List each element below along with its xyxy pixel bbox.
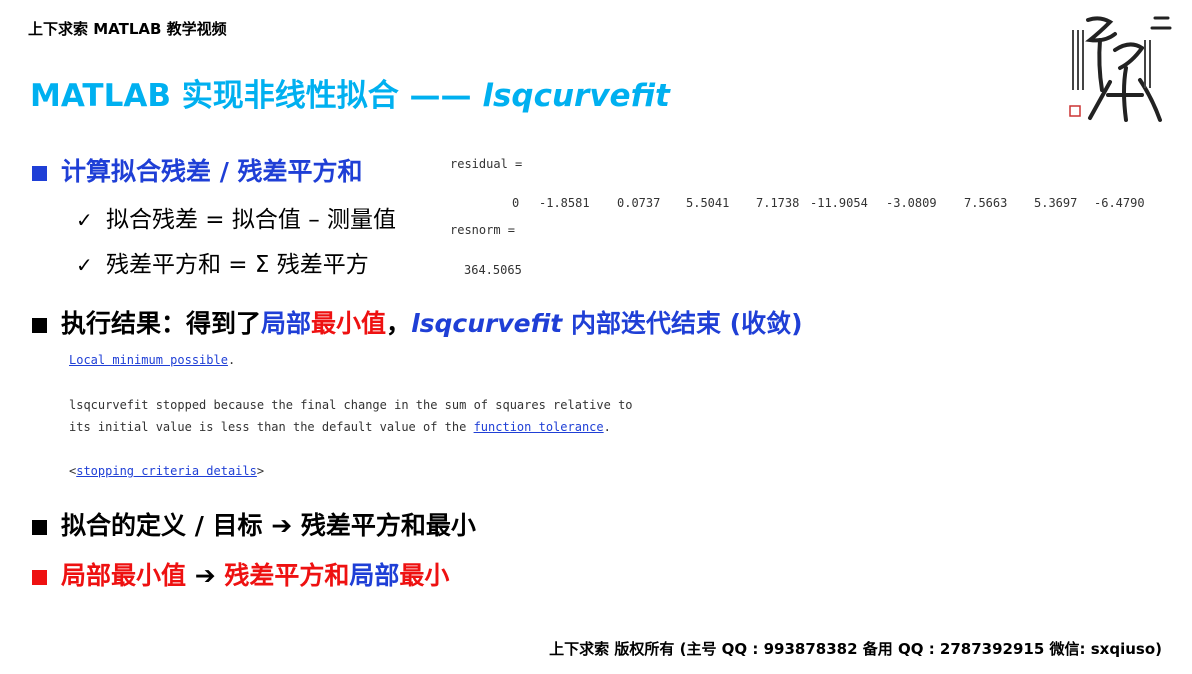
result-local: 局部 <box>261 309 312 338</box>
bullet-square-icon <box>32 166 47 181</box>
sub-bullet-ssr-def: ✓ 残差平方和 = Σ 残差平方 <box>76 245 369 279</box>
fit-goal-text: 残差平方和最小 <box>292 511 476 540</box>
local-minimum-link[interactable]: Local minimum possible <box>69 353 228 367</box>
bullet-execution-result: 执行结果：得到了局部最小值，lsqcurvefit 内部迭代结束 (收敛) <box>32 304 803 340</box>
slide-title: MATLAB 实现非线性拟合 —— lsqcurvefit <box>30 70 670 115</box>
residual-value: -6.4790 <box>1094 196 1145 210</box>
residual-value: -11.9054 <box>810 196 868 210</box>
residual-value: -3.0809 <box>886 196 937 210</box>
check-icon: ✓ <box>76 253 93 277</box>
result-func: lsqcurvefit <box>411 309 563 338</box>
residual-value: -1.8581 <box>539 196 590 210</box>
output-line-stopped: lsqcurvefit stopped because the final ch… <box>69 398 633 412</box>
title-func: lsqcurvefit <box>482 78 670 114</box>
sub-bullet-residual-text: 拟合残差 = 拟合值 – 测量值 <box>106 207 397 233</box>
result-prefix: 执行结果：得到了 <box>61 309 262 338</box>
residual-values-row: 0 -1.8581 0.0737 5.5041 7.1738 -11.9054 … <box>450 196 1160 212</box>
calligraphy-logo <box>1060 10 1182 132</box>
bullet-residuals-label: 计算拟合残差 / 残差平方和 <box>61 157 363 186</box>
function-tolerance-link[interactable]: function tolerance <box>474 420 604 434</box>
resnorm-label: resnorm = <box>450 223 516 237</box>
copyright-footer: 上下求索 版权所有 (主号 QQ : 993878382 备用 QQ : 278… <box>549 640 1162 658</box>
residual-value: 0.0737 <box>617 196 661 210</box>
output-line-tolerance: its initial value is less than the defau… <box>69 420 611 434</box>
output-line-criteria: <stopping criteria details> <box>69 464 264 478</box>
residual-value: 7.1738 <box>756 196 800 210</box>
output-line-local-min: Local minimum possible. <box>69 353 235 367</box>
bullet-fit-definition: 拟合的定义 / 目标 ➔ 残差平方和最小 <box>32 506 476 542</box>
check-icon: ✓ <box>76 208 93 232</box>
ssr-text: 残差平方和 <box>215 561 350 590</box>
minimum-text: 最小 <box>399 561 450 590</box>
stopping-criteria-link[interactable]: stopping criteria details <box>76 464 257 478</box>
sub-bullet-ssr-text: 残差平方和 = Σ 残差平方 <box>106 252 369 278</box>
local-text: 局部 <box>349 561 400 590</box>
local-min-text: 局部最小值 <box>61 561 195 590</box>
bullet-square-icon <box>32 318 47 333</box>
result-minimum: 最小值 <box>311 309 387 338</box>
arrow-right-icon: ➔ <box>271 511 293 540</box>
residual-label: residual = <box>450 157 523 171</box>
residual-value: 7.5663 <box>964 196 1008 210</box>
fit-definition-text: 拟合的定义 / 目标 <box>61 511 272 540</box>
bullet-square-icon <box>32 520 47 535</box>
resnorm-value: 364.5065 <box>464 263 522 277</box>
output-tolerance-prefix: its initial value is less than the defau… <box>69 420 474 434</box>
arrow-right-icon: ➔ <box>194 561 216 590</box>
close-bracket: > <box>256 464 265 478</box>
bullet-residuals: 计算拟合残差 / 残差平方和 <box>32 152 363 188</box>
result-converged: 内部迭代结束 (收敛) <box>562 309 803 338</box>
bullet-local-minimum: 局部最小值 ➔ 残差平方和局部最小 <box>32 556 449 592</box>
residual-value: 5.3697 <box>1034 196 1078 210</box>
residual-value: 0 <box>512 196 520 210</box>
title-main: MATLAB 实现非线性拟合 —— <box>30 78 483 114</box>
output-period: . <box>227 353 236 367</box>
output-period: . <box>603 420 611 434</box>
sub-bullet-residual-def: ✓ 拟合残差 = 拟合值 – 测量值 <box>76 200 396 234</box>
channel-label: 上下求索 MATLAB 教学视频 <box>28 20 227 38</box>
bullet-square-icon <box>32 570 47 585</box>
residual-value: 5.5041 <box>686 196 730 210</box>
result-comma: ， <box>386 309 412 338</box>
